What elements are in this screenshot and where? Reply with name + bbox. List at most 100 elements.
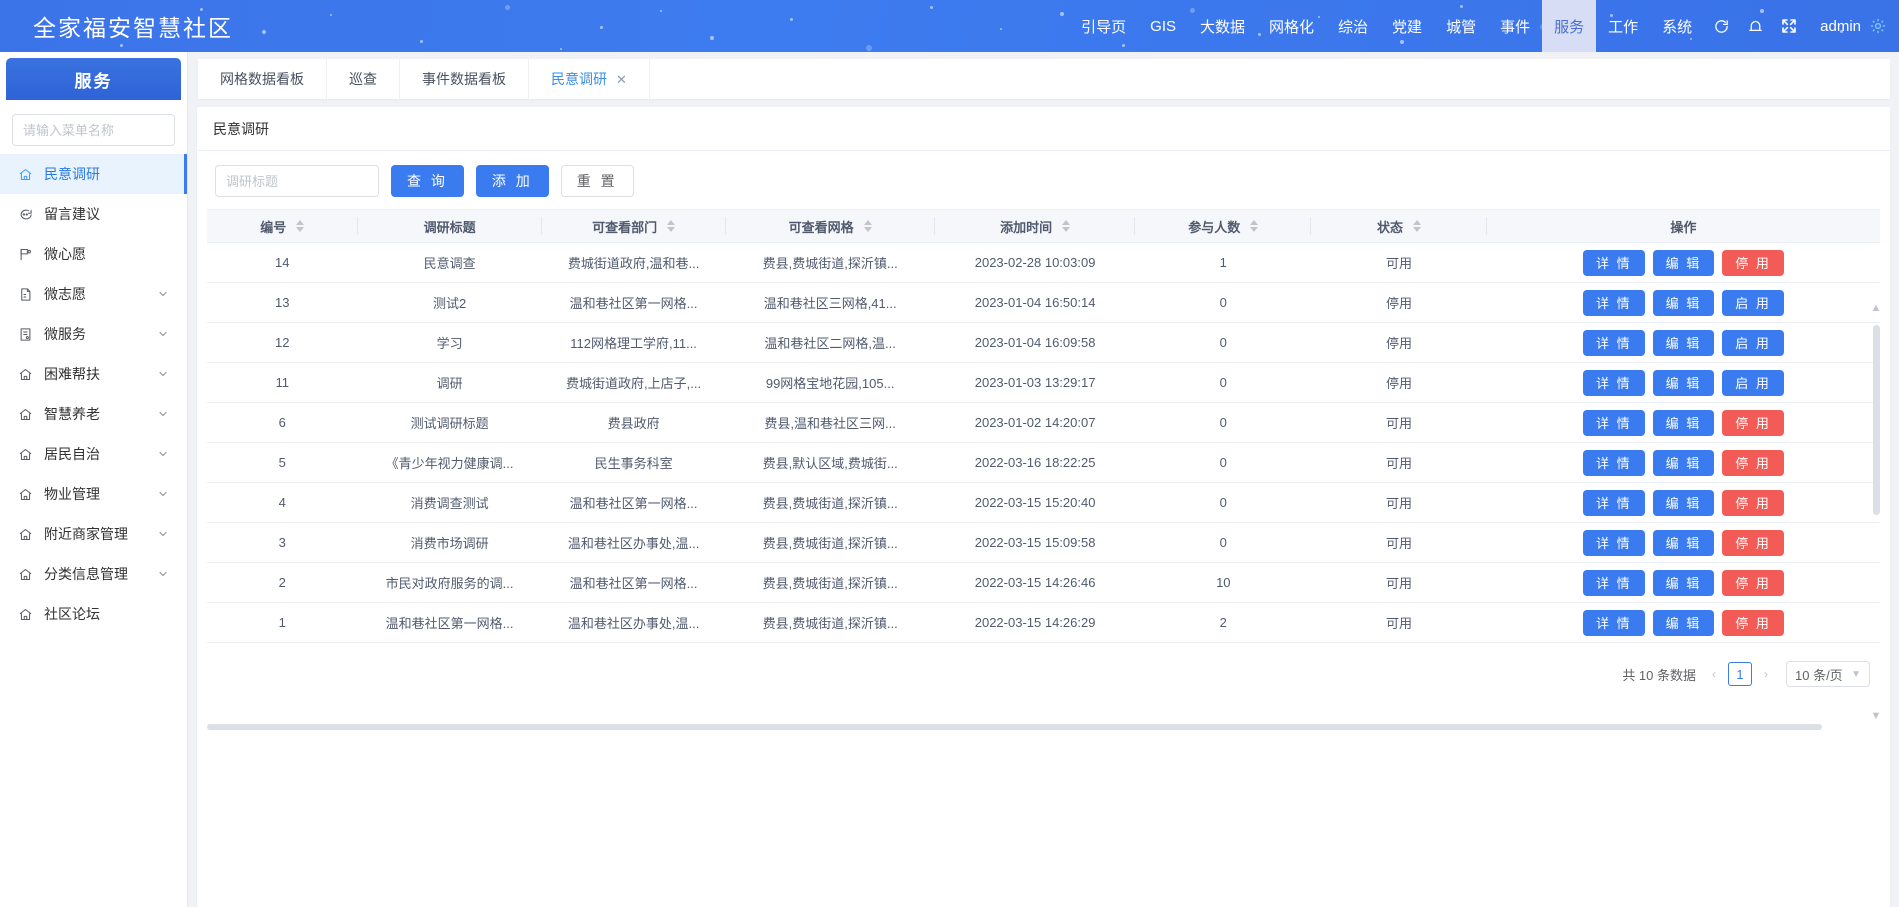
table-row[interactable]: 4 消费调查测试 温和巷社区第一网格... 费县,费城街道,探沂镇... 202… <box>207 482 1880 523</box>
column-header-participants[interactable]: 参与人数 <box>1135 209 1312 243</box>
sort-icon[interactable] <box>1250 220 1259 232</box>
column-header-id[interactable]: 编号 <box>207 209 358 243</box>
table-row[interactable]: 2 市民对政府服务的调... 温和巷社区第一网格... 费县,费城街道,探沂镇.… <box>207 562 1880 603</box>
table-row[interactable]: 5 《青少年视力健康调... 民生事务科室 费县,默认区域,费城街... 202… <box>207 442 1880 483</box>
detail-button[interactable]: 详 情 <box>1582 289 1645 316</box>
top-nav-item-guide[interactable]: 引导页 <box>1069 0 1138 52</box>
sidebar-item-fenlei-xinxi-guanli[interactable]: 分类信息管理 <box>0 554 187 594</box>
detail-button[interactable]: 详 情 <box>1582 409 1645 436</box>
detail-button[interactable]: 详 情 <box>1582 489 1645 516</box>
detail-button[interactable]: 详 情 <box>1582 249 1645 276</box>
next-page-icon[interactable]: › <box>1760 667 1772 681</box>
table-horizontal-scrollbar[interactable] <box>207 723 1872 731</box>
sidebar-item-minyi-diaoyan[interactable]: 民意调研 <box>0 154 187 194</box>
edit-button[interactable]: 编 辑 <box>1652 529 1715 556</box>
disable-button[interactable]: 停 用 <box>1722 449 1784 476</box>
disable-button[interactable]: 停 用 <box>1722 249 1784 276</box>
column-header-grid[interactable]: 可查看网格 <box>725 209 935 243</box>
enable-button[interactable]: 启 用 <box>1722 329 1784 356</box>
top-nav-item-system[interactable]: 系统 <box>1650 0 1704 52</box>
refresh-icon[interactable] <box>1704 0 1738 52</box>
top-nav-item-events[interactable]: 事件 <box>1488 0 1542 52</box>
disable-button[interactable]: 停 用 <box>1722 609 1784 636</box>
sidebar-item-fujin-shangjia-guanli[interactable]: 附近商家管理 <box>0 514 187 554</box>
enable-button[interactable]: 启 用 <box>1722 369 1784 396</box>
sidebar-item-shequ-luntan[interactable]: 社区论坛 <box>0 594 187 634</box>
query-button[interactable]: 查 询 <box>391 165 464 197</box>
tab-grid-dashboard[interactable]: 网格数据看板 <box>197 59 327 99</box>
sort-icon[interactable] <box>296 220 305 232</box>
fullscreen-icon[interactable] <box>1772 0 1806 52</box>
sidebar-item-weizhiyuan[interactable]: 微志愿 <box>0 274 187 314</box>
disable-button[interactable]: 停 用 <box>1722 409 1784 436</box>
tab-patrol[interactable]: 巡查 <box>327 59 400 99</box>
tab-event-dashboard[interactable]: 事件数据看板 <box>400 59 529 99</box>
survey-title-search-input[interactable] <box>215 165 379 197</box>
table-row[interactable]: 6 测试调研标题 费县政府 费县,温和巷社区三网... 2023-01-02 1… <box>207 402 1880 443</box>
table-row[interactable]: 1 温和巷社区第一网格... 温和巷社区办事处,温... 费县,费城街道,探沂镇… <box>207 602 1880 643</box>
enable-button[interactable]: 启 用 <box>1722 289 1784 316</box>
detail-button[interactable]: 详 情 <box>1582 529 1645 556</box>
add-button[interactable]: 添 加 <box>475 165 549 197</box>
sidebar-item-weixinyuan[interactable]: 微心愿 <box>0 234 187 274</box>
top-nav-item-grid[interactable]: 网格化 <box>1257 0 1326 52</box>
top-nav-item-work[interactable]: 工作 <box>1596 0 1650 52</box>
scrollbar-thumb-horizontal[interactable] <box>207 724 1823 730</box>
top-nav-item-services[interactable]: 服务 <box>1542 0 1597 52</box>
reset-button[interactable]: 重 置 <box>560 165 634 197</box>
user-menu[interactable]: admin <box>1806 0 1865 52</box>
sort-icon[interactable] <box>1412 220 1421 232</box>
sidebar-item-weifuwu[interactable]: 微服务 <box>0 314 187 354</box>
edit-button[interactable]: 编 辑 <box>1652 369 1715 396</box>
edit-button[interactable]: 编 辑 <box>1652 409 1715 436</box>
column-header-status[interactable]: 状态 <box>1311 209 1487 243</box>
sort-icon[interactable] <box>667 220 676 232</box>
top-nav-item-party[interactable]: 党建 <box>1380 0 1434 52</box>
prev-page-icon[interactable]: ‹ <box>1708 667 1720 681</box>
tab-public-opinion-survey[interactable]: 民意调研 ✕ <box>529 59 650 99</box>
disable-button[interactable]: 停 用 <box>1722 569 1784 596</box>
top-nav-item-urban[interactable]: 城管 <box>1434 0 1488 52</box>
sort-icon[interactable] <box>863 220 872 232</box>
table-vertical-scrollbar[interactable] <box>1873 325 1880 725</box>
sort-icon[interactable] <box>1062 220 1071 232</box>
sidebar-item-kunnan-bangfu[interactable]: 困难帮扶 <box>0 354 187 394</box>
top-nav-item-bigdata[interactable]: 大数据 <box>1188 0 1257 52</box>
detail-button[interactable]: 详 情 <box>1582 449 1645 476</box>
menu-search-input[interactable] <box>12 114 175 146</box>
disable-button[interactable]: 停 用 <box>1722 529 1784 556</box>
column-header-dept[interactable]: 可查看部门 <box>541 209 726 243</box>
edit-button[interactable]: 编 辑 <box>1652 489 1715 516</box>
page-number-1[interactable]: 1 <box>1728 662 1752 686</box>
detail-button[interactable]: 详 情 <box>1582 609 1645 636</box>
sidebar-item-jumin-zizhi[interactable]: 居民自治 <box>0 434 187 474</box>
edit-button[interactable]: 编 辑 <box>1652 449 1715 476</box>
edit-button[interactable]: 编 辑 <box>1652 249 1715 276</box>
edit-button[interactable]: 编 辑 <box>1652 329 1715 356</box>
table-row[interactable]: 3 消费市场调研 温和巷社区办事处,温... 费县,费城街道,探沂镇... 20… <box>207 522 1880 563</box>
scrollbar-thumb[interactable] <box>1873 325 1880 515</box>
sidebar-item-wuye-guanli[interactable]: 物业管理 <box>0 474 187 514</box>
disable-button[interactable]: 停 用 <box>1722 489 1784 516</box>
top-nav-item-comprehensive[interactable]: 综治 <box>1326 0 1380 52</box>
scroll-down-icon[interactable]: ▼ <box>1870 711 1882 722</box>
scroll-up-icon[interactable]: ▲ <box>1870 303 1882 314</box>
close-icon[interactable]: ✕ <box>616 73 627 86</box>
column-header-time[interactable]: 添加时间 <box>934 209 1136 243</box>
bell-icon[interactable] <box>1738 0 1772 52</box>
detail-button[interactable]: 详 情 <box>1582 569 1645 596</box>
table-row[interactable]: 12 学习 112网格理工学府,11... 温和巷社区二网格,温... 2023… <box>207 322 1880 363</box>
page-size-select[interactable]: 10 条/页 ▼ <box>1786 661 1870 687</box>
detail-button[interactable]: 详 情 <box>1582 329 1645 356</box>
gear-icon[interactable] <box>1865 0 1899 52</box>
edit-button[interactable]: 编 辑 <box>1652 609 1715 636</box>
sidebar-item-zhihui-yanglao[interactable]: 智慧养老 <box>0 394 187 434</box>
top-nav-item-gis[interactable]: GIS <box>1138 0 1188 52</box>
edit-button[interactable]: 编 辑 <box>1652 569 1715 596</box>
table-row[interactable]: 14 民意调查 费城街道政府,温和巷... 费县,费城街道,探沂镇... 202… <box>207 242 1880 283</box>
table-row[interactable]: 11 调研 费城街道政府,上店子,... 99网格宝地花园,105... 202… <box>207 362 1880 403</box>
detail-button[interactable]: 详 情 <box>1582 369 1645 396</box>
table-row[interactable]: 13 测试2 温和巷社区第一网格... 温和巷社区三网格,41... 2023-… <box>207 282 1880 323</box>
sidebar-item-liuyan-jianyi[interactable]: 留言建议 <box>0 194 187 234</box>
edit-button[interactable]: 编 辑 <box>1652 289 1715 316</box>
